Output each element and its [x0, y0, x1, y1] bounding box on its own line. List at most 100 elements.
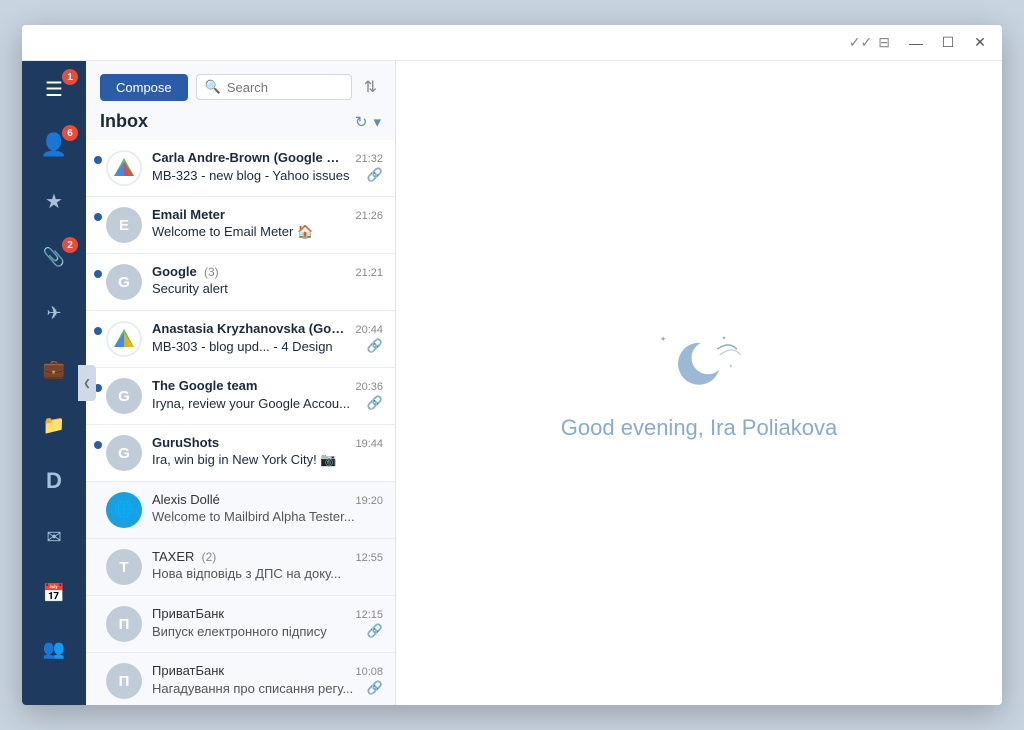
sidebar-item-calendar[interactable]: 📅: [22, 565, 86, 621]
email-item[interactable]: T TAXER (2) 12:55 Нова відповідь з ДПС н…: [86, 539, 395, 596]
search-bar[interactable]: 🔍: [196, 74, 352, 100]
avatar-letter: G: [118, 445, 130, 462]
filter-button[interactable]: ▾: [373, 113, 381, 131]
search-input[interactable]: [227, 80, 343, 95]
attachment-icon: 🔗: [367, 167, 383, 183]
email-time: 12:55: [355, 552, 383, 564]
email-sender: GuruShots: [152, 435, 347, 450]
email-item[interactable]: П ПриватБанк 12:15 Випуск електронного п…: [86, 596, 395, 653]
sidebar-item-send[interactable]: ✈: [22, 285, 86, 341]
email-subject: Security alert: [152, 281, 383, 296]
email-subject-row: Welcome to Mailbird Alpha Tester...: [152, 509, 383, 524]
sidebar-bottom: D ✉ 📅 👥 ···: [22, 453, 86, 705]
email-item[interactable]: Carla Andre-Brown (Google Docs (6) 21:32…: [86, 140, 395, 197]
avatar: G: [106, 264, 142, 300]
read-indicator: [94, 663, 102, 671]
minimize-button[interactable]: —: [902, 29, 930, 57]
email-content: The Google team 20:36 Iryna, review your…: [152, 378, 383, 411]
sidebar-item-folders[interactable]: 📁: [22, 397, 86, 453]
menu-badge: 1: [62, 69, 78, 85]
greeting-container: ✦ ✦ ✦ Good evening, Ira Poliakova: [561, 325, 837, 441]
compose-button[interactable]: Compose: [100, 74, 188, 101]
avatar: E: [106, 207, 142, 243]
unread-indicator: [94, 327, 102, 335]
email-time: 21:32: [355, 153, 383, 165]
email-subject-row: Нагадування про списання регу... 🔗: [152, 680, 383, 696]
more-icon: ···: [44, 695, 65, 706]
email-content: TAXER (2) 12:55 Нова відповідь з ДПС на …: [152, 549, 383, 581]
email-time: 20:44: [355, 324, 383, 336]
email-content: Google (3) 21:21 Security alert: [152, 264, 383, 296]
sidebar-item-more[interactable]: ···: [22, 677, 86, 705]
email-item[interactable]: Anastasia Kryzhanovska (Google Doc 20:44…: [86, 311, 395, 368]
sidebar-item-menu[interactable]: ☰ 1: [22, 61, 86, 117]
email-top-row: Google (3) 21:21: [152, 264, 383, 279]
avatar-letter: G: [118, 274, 130, 291]
attachments-icon: 📎: [43, 247, 65, 268]
email-item[interactable]: E Email Meter 21:26 Welcome to Email Met…: [86, 197, 395, 254]
email-subject: Welcome to Email Meter 🏠: [152, 224, 383, 240]
contacts-icon: 👥: [43, 639, 65, 660]
email-item[interactable]: П ПриватБанк 10:08 Нагадування про списа…: [86, 653, 395, 705]
svg-text:✦: ✦: [722, 335, 727, 342]
avatar: [106, 321, 142, 357]
email-subject-row: MB-323 - new blog - Yahoo issues 🔗: [152, 167, 383, 183]
email-subject-row: Security alert: [152, 281, 383, 296]
avatar-letter: E: [119, 217, 129, 234]
sidebar-item-app-d[interactable]: D: [22, 453, 86, 509]
greeting-text: Good evening, Ira Poliakova: [561, 415, 837, 441]
email-subject-row: Welcome to Email Meter 🏠: [152, 224, 383, 240]
sidebar: ☰ 1 👤 6 ★ 📎 2 ✈ 💼: [22, 61, 86, 705]
email-sender: Alexis Dollé: [152, 492, 347, 507]
svg-text:✦: ✦: [660, 334, 667, 343]
panel-icon[interactable]: ⊟: [878, 34, 890, 51]
collapse-icon: ❮: [83, 378, 91, 389]
email-sender: Email Meter: [152, 207, 347, 222]
app-window: ✓✓ ⊟ — ☐ ✕ ☰ 1 👤 6 ★: [22, 25, 1002, 705]
email-top-row: TAXER (2) 12:55: [152, 549, 383, 564]
attachment-icon: 🔗: [367, 338, 383, 354]
email-subject-row: Випуск електронного підпису 🔗: [152, 623, 383, 639]
attachments-badge: 2: [62, 237, 78, 253]
close-button[interactable]: ✕: [966, 29, 994, 57]
sidebar-item-briefcase[interactable]: 💼: [22, 341, 86, 397]
email-item[interactable]: G GuruShots 19:44 Ira, win big in New Yo…: [86, 425, 395, 482]
email-sender: The Google team: [152, 378, 347, 393]
email-sender: Anastasia Kryzhanovska (Google Doc: [152, 321, 347, 336]
email-sender: ПриватБанк: [152, 663, 347, 678]
email-subject: MB-323 - new blog - Yahoo issues: [152, 168, 363, 183]
sort-button[interactable]: ⇅: [360, 73, 381, 101]
sidebar-item-contacts[interactable]: 👥: [22, 621, 86, 677]
send-icon: ✈: [46, 303, 61, 324]
avatar-letter: П: [119, 673, 130, 690]
email-item[interactable]: G Google (3) 21:21 Security alert: [86, 254, 395, 311]
inbox-title: Inbox: [100, 111, 148, 132]
menu-icon: ☰: [45, 77, 63, 102]
sidebar-collapse-handle[interactable]: ❮: [78, 365, 96, 401]
email-time: 12:15: [355, 609, 383, 621]
sidebar-item-starred[interactable]: ★: [22, 173, 86, 229]
email-item[interactable]: 🌐 Alexis Dollé 19:20 Welcome to Mailbird…: [86, 482, 395, 539]
email-top-row: Anastasia Kryzhanovska (Google Doc 20:44: [152, 321, 383, 336]
checkmark-icon[interactable]: ✓✓: [849, 34, 872, 51]
email-top-row: Email Meter 21:26: [152, 207, 383, 222]
sidebar-item-accounts[interactable]: 👤 6: [22, 117, 86, 173]
email-content: Email Meter 21:26 Welcome to Email Meter…: [152, 207, 383, 240]
avatar: [106, 150, 142, 186]
email-list: Carla Andre-Brown (Google Docs (6) 21:32…: [86, 140, 395, 705]
avatar: П: [106, 663, 142, 699]
briefcase-icon: 💼: [43, 359, 65, 380]
maximize-button[interactable]: ☐: [934, 29, 962, 57]
title-bar-controls: — ☐ ✕: [902, 29, 994, 57]
attachment-icon: 🔗: [367, 623, 383, 639]
email-content: GuruShots 19:44 Ira, win big in New York…: [152, 435, 383, 468]
svg-text:✦: ✦: [729, 364, 733, 369]
email-subject: Iryna, review your Google Accou...: [152, 396, 363, 411]
sidebar-item-mail[interactable]: ✉: [22, 509, 86, 565]
email-content: Carla Andre-Brown (Google Docs (6) 21:32…: [152, 150, 383, 183]
sidebar-item-attachments[interactable]: 📎 2: [22, 229, 86, 285]
toolbar-row: Compose 🔍 ⇅: [100, 73, 381, 101]
email-item[interactable]: G The Google team 20:36 Iryna, review yo…: [86, 368, 395, 425]
refresh-button[interactable]: ↻: [355, 113, 368, 131]
email-content: Alexis Dollé 19:20 Welcome to Mailbird A…: [152, 492, 383, 524]
